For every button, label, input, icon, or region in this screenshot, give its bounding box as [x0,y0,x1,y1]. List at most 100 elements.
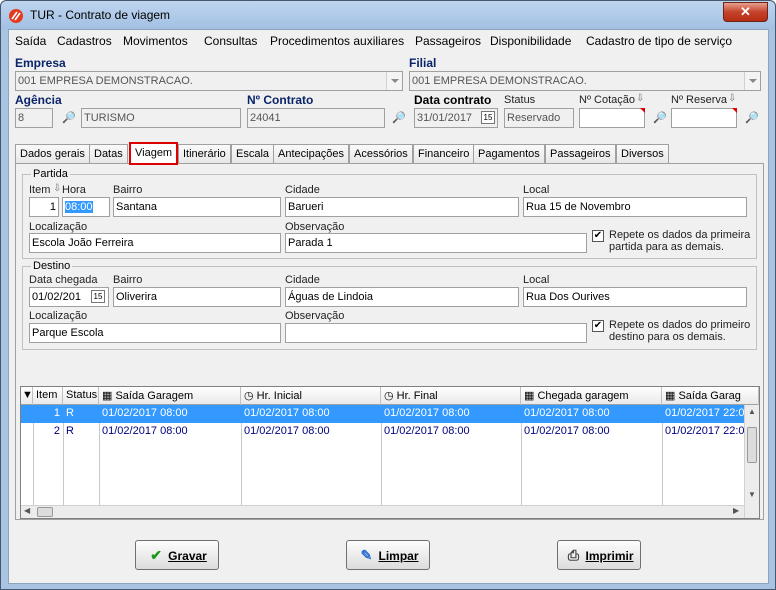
tab-itinerario[interactable]: Itinerário [178,144,231,164]
destino-observacao-field[interactable] [285,323,587,343]
filial-select[interactable]: 001 EMPRESA DEMONSTRACAO. [409,71,761,91]
agencia-code-field[interactable]: 8 [15,108,53,128]
table-row[interactable]: 2 R 01/02/2017 08:00 01/02/2017 08:00 01… [21,423,745,441]
col-hr-inicial[interactable]: ◷ Hr. Inicial [241,387,381,405]
grid-vertical-scrollbar[interactable]: ▲ ▼ [744,405,759,518]
contrato-field[interactable]: 24041 [247,108,385,128]
data-contrato-label: Data contrato [414,93,492,107]
col-item[interactable]: Item [33,387,63,405]
imprimir-button[interactable]: ⎙ Imprimir [557,540,641,570]
calendar-grid-icon: ▦ [524,390,535,402]
tab-acessorios[interactable]: Acessórios [349,144,413,164]
menu-consultas[interactable]: Consultas [204,34,257,48]
empresa-label: Empresa [15,56,66,70]
menu-saida[interactable]: Saída [15,34,46,48]
tab-viagem[interactable]: Viagem [129,142,179,165]
checkmark-icon: ✔ [150,547,162,563]
empresa-select[interactable]: 001 EMPRESA DEMONSTRACAO. [15,71,403,91]
col-hr-final[interactable]: ◷ Hr. Final [381,387,521,405]
menu-passageiros[interactable]: Passageiros [415,34,481,48]
tab-financeiro[interactable]: Financeiro [413,144,475,164]
partida-bairro-field[interactable]: Santana [113,197,281,217]
menu-movimentos[interactable]: Movimentos [123,34,188,48]
scroll-left-icon[interactable]: ◀ [24,506,30,515]
cell-item: 1 [53,407,60,419]
tab-pagamentos[interactable]: Pagamentos [473,144,545,164]
table-row[interactable]: 1 R 01/02/2017 08:00 01/02/2017 08:00 01… [21,405,745,423]
cell-chegada-garagem: 01/02/2017 08:00 [524,407,610,419]
destino-title: Destino [31,260,73,272]
agencia-name-field: TURISMO [81,108,241,128]
partida-item-field[interactable]: 1 [29,197,59,217]
partida-repeat-label-2: partida para as demais. [609,241,724,253]
destino-localizacao-field[interactable]: Parque Escola [29,323,281,343]
item-sort-icon: ⇩ [53,183,62,194]
tab-datas[interactable]: Datas [89,144,128,164]
cotacao-field[interactable] [579,108,645,128]
tab-escala[interactable]: Escala [231,144,275,164]
col-hr-inicial-label: Hr. Inicial [256,390,302,402]
col-chegada-garagem[interactable]: ▦ Chegada garagem [521,387,662,405]
partida-local-field[interactable]: Rua 15 de Novembro [523,197,747,217]
partida-hora-value: 08:00 [65,201,93,213]
scroll-thumb-horizontal[interactable] [37,507,53,517]
scroll-down-icon[interactable]: ▼ [748,490,756,499]
partida-repeat-checkbox[interactable]: ✔ [592,230,604,242]
destino-repeat-label-2: destino para os demais. [609,331,726,343]
col-status[interactable]: Status [63,387,99,405]
destino-repeat-checkbox[interactable]: ✔ [592,320,604,332]
partida-title: Partida [31,168,70,180]
scroll-right-icon[interactable]: ▶ [733,506,739,515]
menu-procedimentos[interactable]: Procedimentos auxiliares [270,34,404,48]
filial-dropdown-arrow-icon[interactable] [744,72,760,90]
grid-header: ▼ Item Status ▦ Saída Garagem ◷ Hr. Inic… [21,387,759,405]
tab-diversos[interactable]: Diversos [616,144,669,164]
cotacao-label: Nº Cotação [579,94,635,106]
app-logo-icon [9,9,23,23]
filial-value: 001 EMPRESA DEMONSTRACAO. [412,75,587,87]
menu-disponibilidade[interactable]: Disponibilidade [490,34,571,48]
destino-observacao-label: Observação [285,310,345,322]
empresa-dropdown-arrow-icon[interactable] [386,72,402,90]
calendar-grid-icon: ▦ [665,390,676,402]
calendar-grid-icon: ▦ [102,390,113,402]
viagem-grid[interactable]: ▼ Item Status ▦ Saída Garagem ◷ Hr. Inic… [20,386,760,519]
partida-cidade-field[interactable]: Barueri [285,197,519,217]
grid-menu-arrow-icon[interactable]: ▼ [21,387,33,405]
menu-cadastro-tipo-servico[interactable]: Cadastro de tipo de serviço [586,34,732,48]
contrato-search-binoculars-icon[interactable]: 🔎 [389,108,409,128]
tab-passageiros[interactable]: Passageiros [545,144,616,164]
reserva-sort-icon: ⇩ [728,93,737,104]
grid-horizontal-scrollbar[interactable]: ◀ ▶ [21,505,744,518]
agencia-search-binoculars-icon[interactable]: 🔎 [59,108,79,128]
scroll-thumb[interactable] [747,427,757,463]
destino-calendar-icon[interactable]: 15 [91,290,105,303]
partida-hora-field[interactable]: 08:00 [62,197,110,217]
calendar-icon[interactable]: 15 [481,111,495,124]
destino-repeat-label-1: Repete os dados do primeiro [609,319,751,331]
tab-antecipacoes[interactable]: Antecipações [273,144,350,164]
partida-observacao-field[interactable]: Parada 1 [285,233,587,253]
destino-cidade-field[interactable]: Águas de Lindoia [285,287,519,307]
destino-local-field[interactable]: Rua Dos Ourives [523,287,747,307]
reserva-search-binoculars-icon[interactable]: 🔎 [742,108,762,128]
col-saida-garag[interactable]: ▦ Saída Garag [662,387,759,405]
client-area: Saída Cadastros Movimentos Consultas Pro… [8,29,769,584]
tab-dados-gerais[interactable]: Dados gerais [15,144,90,164]
scroll-up-icon[interactable]: ▲ [748,407,756,416]
gravar-button[interactable]: ✔ Gravar [135,540,219,570]
cotacao-search-binoculars-icon[interactable]: 🔎 [650,108,670,128]
reserva-field[interactable] [671,108,737,128]
partida-local-label: Local [523,184,550,196]
destino-bairro-field[interactable]: Oliverira [113,287,281,307]
col-saida-garagem[interactable]: ▦ Saída Garagem [99,387,241,405]
limpar-button[interactable]: ✎ Limpar [346,540,430,570]
menu-cadastros[interactable]: Cadastros [57,34,112,48]
partida-hora-label: Hora [62,184,86,196]
close-button[interactable]: ✕ [723,2,768,22]
partida-localizacao-field[interactable]: Escola João Ferreira [29,233,281,253]
col-hr-final-label: Hr. Final [396,390,438,402]
partida-group: Partida Item ⇩ Hora Bairro Cidade Local … [22,168,757,259]
title-bar: TUR - Contrato de viagem ✕ [1,1,775,29]
cell-status: R [66,407,74,419]
